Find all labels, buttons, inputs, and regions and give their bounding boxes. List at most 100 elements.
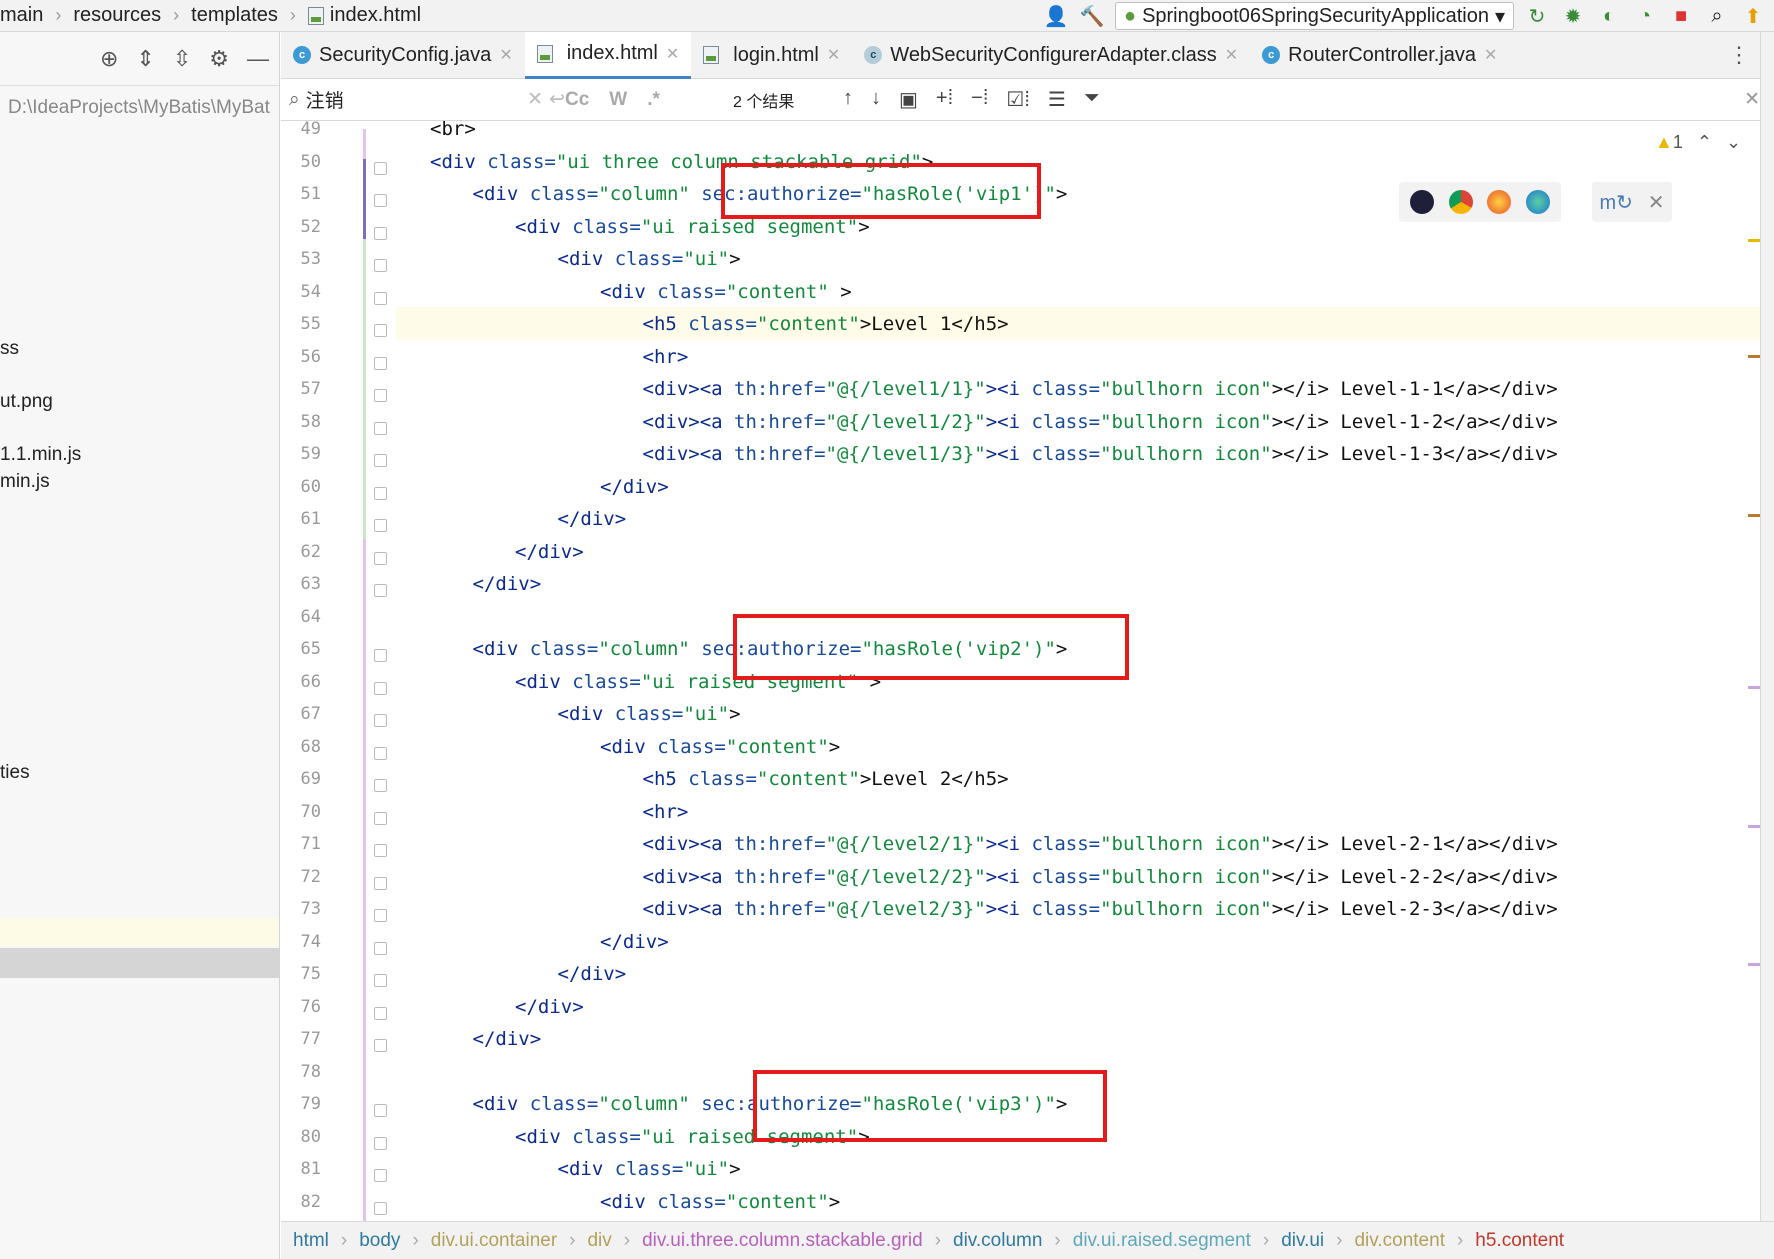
- warning-icon[interactable]: ▲1: [1655, 132, 1683, 153]
- debug-bug-icon[interactable]: ✹: [1560, 3, 1586, 29]
- firefox-icon[interactable]: [1487, 190, 1512, 214]
- fold-marker-icon[interactable]: [374, 161, 387, 175]
- structure-breadcrumb-item[interactable]: div.ui.raised.segment: [1073, 1230, 1251, 1252]
- reload-page-icon[interactable]: m↻: [1599, 190, 1632, 215]
- code-line[interactable]: <hr>: [643, 796, 689, 829]
- fold-marker-icon[interactable]: [374, 1039, 387, 1052]
- arrow-up-icon[interactable]: ↑: [843, 87, 853, 112]
- rerun-icon[interactable]: ↻: [1524, 3, 1550, 29]
- right-tool-strip[interactable]: [1760, 32, 1774, 1259]
- fold-marker-icon[interactable]: [374, 584, 387, 597]
- add-occurrence-icon[interactable]: +⁞: [936, 87, 953, 112]
- whole-word-toggle[interactable]: W: [609, 89, 627, 111]
- newline-icon[interactable]: ↩: [549, 88, 565, 111]
- tree-item-selected[interactable]: [0, 948, 279, 978]
- tree-item[interactable]: min.js: [0, 471, 50, 493]
- fold-marker-icon[interactable]: [374, 909, 387, 922]
- close-icon[interactable]: ✕: [1744, 88, 1760, 111]
- structure-breadcrumb-item[interactable]: div.ui: [1281, 1230, 1324, 1252]
- fold-marker-icon[interactable]: [374, 389, 387, 402]
- code-line[interactable]: <hr>: [643, 341, 689, 374]
- code-line[interactable]: </div>: [473, 1023, 542, 1056]
- remove-occurrence-icon[interactable]: −⁞: [971, 87, 988, 112]
- more-tabs-icon[interactable]: ⋮: [1728, 42, 1750, 68]
- structure-breadcrumb-item[interactable]: body: [359, 1230, 400, 1252]
- fold-marker-icon[interactable]: [374, 551, 387, 565]
- edge-icon[interactable]: [1525, 190, 1550, 214]
- fold-marker-icon[interactable]: [374, 486, 387, 500]
- structure-breadcrumb-item[interactable]: div.ui.three.column.stackable.grid: [642, 1230, 923, 1252]
- fold-marker-icon[interactable]: [374, 779, 387, 792]
- code-line[interactable]: <div><a th:href="@{/level1/3}"><i class=…: [643, 438, 1558, 471]
- intellij-browser-icon[interactable]: [1410, 190, 1435, 214]
- breadcrumb-item[interactable]: main: [0, 4, 43, 27]
- regex-toggle[interactable]: .*: [647, 89, 660, 111]
- tab-login-html[interactable]: login.html ✕: [691, 32, 852, 79]
- fold-marker-icon[interactable]: [374, 1201, 387, 1215]
- tree-item[interactable]: ties: [0, 762, 30, 784]
- code-line[interactable]: <div class="ui">: [558, 698, 741, 731]
- coverage-icon[interactable]: ◐: [1596, 3, 1622, 29]
- tree-item[interactable]: 1.1.min.js: [0, 444, 81, 466]
- tab-index-html[interactable]: index.html ✕: [524, 31, 692, 79]
- code-line[interactable]: <div><a th:href="@{/level2/2}"><i class=…: [643, 861, 1558, 894]
- run-configuration-select[interactable]: ● Springboot06SpringSecurityApplication …: [1114, 2, 1514, 30]
- code-line[interactable]: <br>: [430, 121, 476, 146]
- fold-marker-icon[interactable]: [374, 649, 387, 662]
- tab-websecurityconfigureradapter[interactable]: c WebSecurityConfigurerAdapter.class ✕: [852, 32, 1250, 79]
- select-occurrences-icon[interactable]: ☑⁞: [1006, 87, 1030, 112]
- close-icon[interactable]: ✕: [827, 45, 840, 65]
- fold-marker-icon[interactable]: [374, 291, 387, 305]
- fold-marker-icon[interactable]: [374, 844, 387, 857]
- structure-breadcrumb-item[interactable]: div.content: [1354, 1230, 1444, 1252]
- code-line[interactable]: </div>: [515, 991, 584, 1024]
- user-icon[interactable]: 👤: [1043, 3, 1069, 29]
- fold-marker-icon[interactable]: [374, 941, 387, 955]
- code-line[interactable]: <div><a th:href="@{/level2/3}"><i class=…: [643, 893, 1558, 926]
- code-line[interactable]: <div class="ui">: [558, 243, 741, 276]
- close-icon[interactable]: ✕: [499, 45, 512, 65]
- fold-marker-icon[interactable]: [374, 714, 387, 727]
- fold-marker-icon[interactable]: [374, 681, 387, 695]
- fold-marker-icon[interactable]: [374, 519, 387, 532]
- profile-icon[interactable]: ◔: [1632, 3, 1658, 29]
- structure-breadcrumb-item[interactable]: div.column: [953, 1230, 1042, 1252]
- code-line[interactable]: <div class="content">: [600, 731, 840, 764]
- fold-marker-icon[interactable]: [374, 876, 387, 890]
- update-icon[interactable]: ⬆: [1740, 3, 1766, 29]
- fold-marker-icon[interactable]: [374, 356, 387, 370]
- arrow-down-icon[interactable]: ↓: [871, 87, 881, 112]
- chrome-icon[interactable]: [1448, 190, 1473, 214]
- code-line[interactable]: <div><a th:href="@{/level2/1}"><i class=…: [643, 828, 1558, 861]
- code-line[interactable]: <h5 class="content">Level 1</h5>: [643, 308, 1009, 341]
- code-line[interactable]: </div>: [558, 503, 627, 536]
- code-line[interactable]: </div>: [515, 536, 584, 569]
- code-line[interactable]: <div><a th:href="@{/level1/1}"><i class=…: [643, 373, 1558, 406]
- minimize-icon[interactable]: —: [247, 46, 269, 72]
- code-line[interactable]: <div class="content">: [600, 1186, 840, 1219]
- stop-icon[interactable]: ■: [1668, 3, 1694, 29]
- tab-securityconfig[interactable]: c SecurityConfig.java ✕: [281, 32, 525, 79]
- chevron-up-icon[interactable]: ⌃: [1697, 132, 1712, 153]
- fold-marker-icon[interactable]: [374, 1169, 387, 1182]
- fold-marker-icon[interactable]: [374, 194, 387, 207]
- code-line[interactable]: </div>: [600, 471, 669, 504]
- select-all-occurrences-icon[interactable]: ▣: [899, 87, 918, 112]
- tree-item[interactable]: ut.png: [0, 391, 53, 413]
- fold-marker-icon[interactable]: [374, 746, 387, 760]
- tree-item-highlight[interactable]: [0, 918, 279, 946]
- fold-marker-icon[interactable]: [374, 259, 387, 272]
- tab-routercontroller[interactable]: c RouterController.java ✕: [1250, 32, 1509, 79]
- code-line[interactable]: <div class="ui">: [558, 1153, 741, 1186]
- structure-breadcrumb-item[interactable]: div.ui.container: [431, 1230, 557, 1252]
- tree-item[interactable]: ss: [0, 338, 19, 360]
- code-line[interactable]: <div class="content" >: [600, 276, 852, 309]
- collapse-all-icon[interactable]: ⇳: [173, 46, 191, 72]
- structure-breadcrumb-item[interactable]: html: [293, 1230, 329, 1252]
- close-icon[interactable]: ✕: [1648, 190, 1665, 215]
- breadcrumb-item[interactable]: templates: [191, 4, 278, 27]
- code-line[interactable]: </div>: [473, 568, 542, 601]
- locate-icon[interactable]: ⊕: [100, 46, 118, 72]
- breadcrumb-item-file[interactable]: index.html: [307, 4, 421, 27]
- close-icon[interactable]: ✕: [1484, 45, 1497, 65]
